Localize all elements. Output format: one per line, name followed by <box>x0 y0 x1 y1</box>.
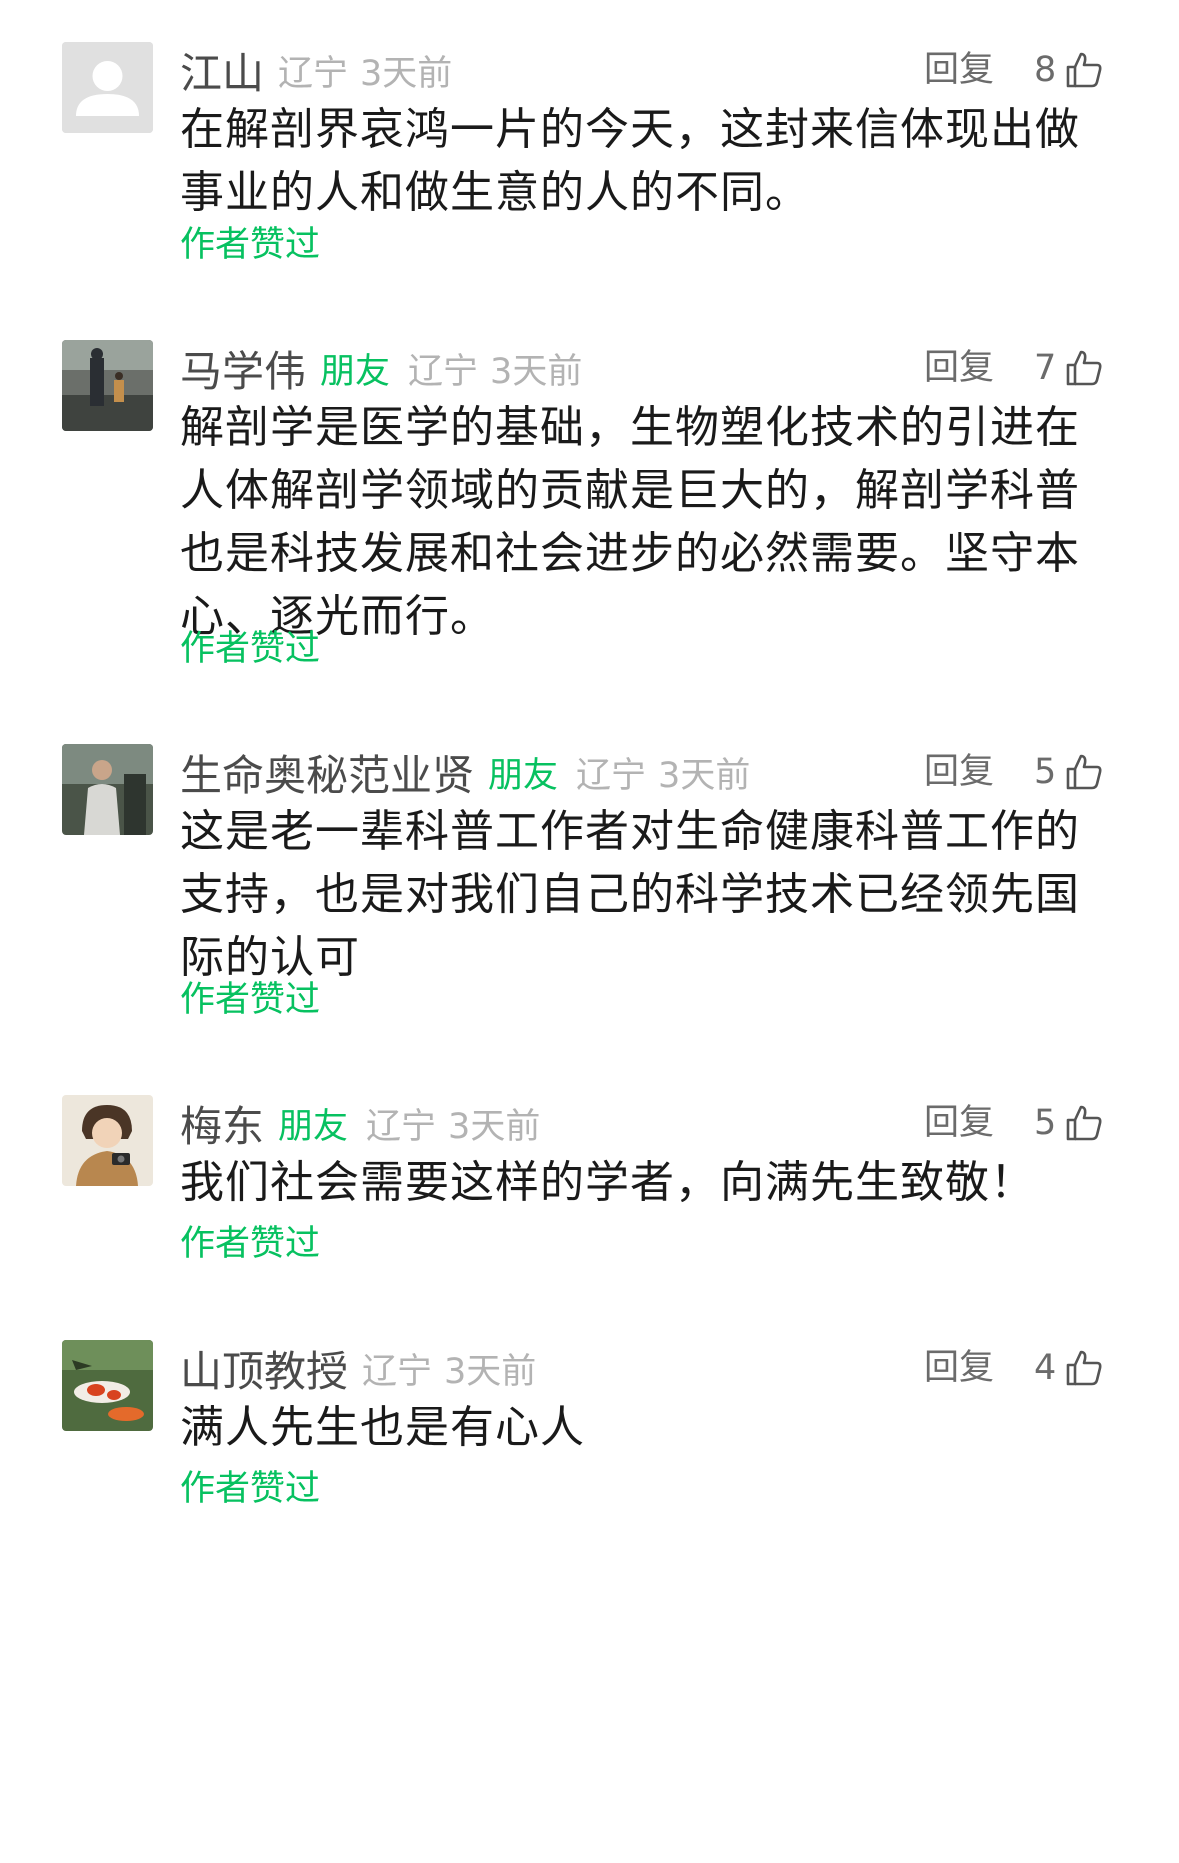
like-button[interactable]: 5 <box>1034 744 1104 800</box>
comment-meta: 生命奥秘范业贤 朋友 辽宁 3天前 <box>180 744 750 800</box>
author-liked-label: 作者赞过 <box>180 1469 321 1509</box>
thumbs-up-icon <box>1066 754 1102 790</box>
commenter-name[interactable]: 马学伟 <box>180 338 306 399</box>
location-label: 辽宁 <box>362 1351 433 1392</box>
like-button[interactable]: 5 <box>1034 1095 1104 1151</box>
avatar[interactable] <box>62 340 153 431</box>
like-count: 5 <box>1034 752 1057 792</box>
time-label: 3天前 <box>444 1351 537 1392</box>
author-liked-label: 作者赞过 <box>180 629 321 669</box>
reply-button[interactable]: 回复 <box>924 42 994 98</box>
time-label: 3天前 <box>658 755 751 796</box>
comment-meta: 山顶教授 辽宁 3天前 <box>180 1340 536 1396</box>
author-liked-label: 作者赞过 <box>180 225 321 265</box>
commenter-name[interactable]: 生命奥秘范业贤 <box>180 742 474 803</box>
time-label: 3天前 <box>360 53 453 94</box>
comment-text: 解剖学是医学的基础，生物塑化技术的引进在人体解剖学领域的贡献是巨大的，解剖学科普… <box>180 402 1080 642</box>
person-photo-icon <box>62 744 153 835</box>
comment-meta: 江山 辽宁 3天前 <box>180 42 452 98</box>
time-label: 3天前 <box>448 1106 541 1147</box>
comment-text: 这是老一辈科普工作者对生命健康科普工作的支持，也是对我们自己的科学技术已经领先国… <box>180 806 1080 983</box>
friend-badge: 朋友 <box>488 755 559 796</box>
avatar[interactable] <box>62 1095 153 1186</box>
location-label: 辽宁 <box>408 351 479 392</box>
reply-button[interactable]: 回复 <box>924 1095 994 1151</box>
illustration-avatar-icon <box>62 1095 153 1186</box>
like-count: 5 <box>1034 1103 1057 1143</box>
thumbs-up-icon <box>1066 350 1102 386</box>
location-label: 辽宁 <box>366 1106 437 1147</box>
thumbs-up-icon <box>1066 52 1102 88</box>
commenter-name[interactable]: 山顶教授 <box>180 1338 348 1399</box>
location-label: 辽宁 <box>278 53 349 94</box>
comment-text: 在解剖界哀鸿一片的今天，这封来信体现出做事业的人和做生意的人的不同。 <box>180 104 1080 218</box>
time-label: 3天前 <box>490 351 583 392</box>
street-photo-icon <box>62 340 153 431</box>
avatar[interactable] <box>62 42 153 133</box>
avatar[interactable] <box>62 744 153 835</box>
like-button[interactable]: 8 <box>1034 42 1104 98</box>
author-liked-label: 作者赞过 <box>180 980 321 1020</box>
commenter-name[interactable]: 梅东 <box>180 1093 264 1154</box>
like-count: 8 <box>1034 50 1057 90</box>
commenter-name[interactable]: 江山 <box>180 40 264 101</box>
friend-badge: 朋友 <box>278 1106 349 1147</box>
like-count: 4 <box>1034 1348 1057 1388</box>
location-label: 辽宁 <box>576 755 647 796</box>
like-button[interactable]: 7 <box>1034 340 1104 396</box>
friend-badge: 朋友 <box>320 351 391 392</box>
reply-button[interactable]: 回复 <box>924 1340 994 1396</box>
default-avatar-icon <box>62 42 153 133</box>
avatar[interactable] <box>62 1340 153 1431</box>
comment-meta: 梅东 朋友 辽宁 3天前 <box>180 1095 540 1151</box>
comment-meta: 马学伟 朋友 辽宁 3天前 <box>180 340 582 396</box>
author-liked-label: 作者赞过 <box>180 1224 321 1264</box>
like-count: 7 <box>1034 348 1057 388</box>
comment-text: 满人先生也是有心人 <box>180 1402 585 1453</box>
like-button[interactable]: 4 <box>1034 1340 1104 1396</box>
comment-text: 我们社会需要这样的学者，向满先生致敬！ <box>180 1157 1035 1208</box>
thumbs-up-icon <box>1066 1350 1102 1386</box>
koi-photo-icon <box>62 1340 153 1431</box>
reply-button[interactable]: 回复 <box>924 340 994 396</box>
thumbs-up-icon <box>1066 1105 1102 1141</box>
reply-button[interactable]: 回复 <box>924 744 994 800</box>
